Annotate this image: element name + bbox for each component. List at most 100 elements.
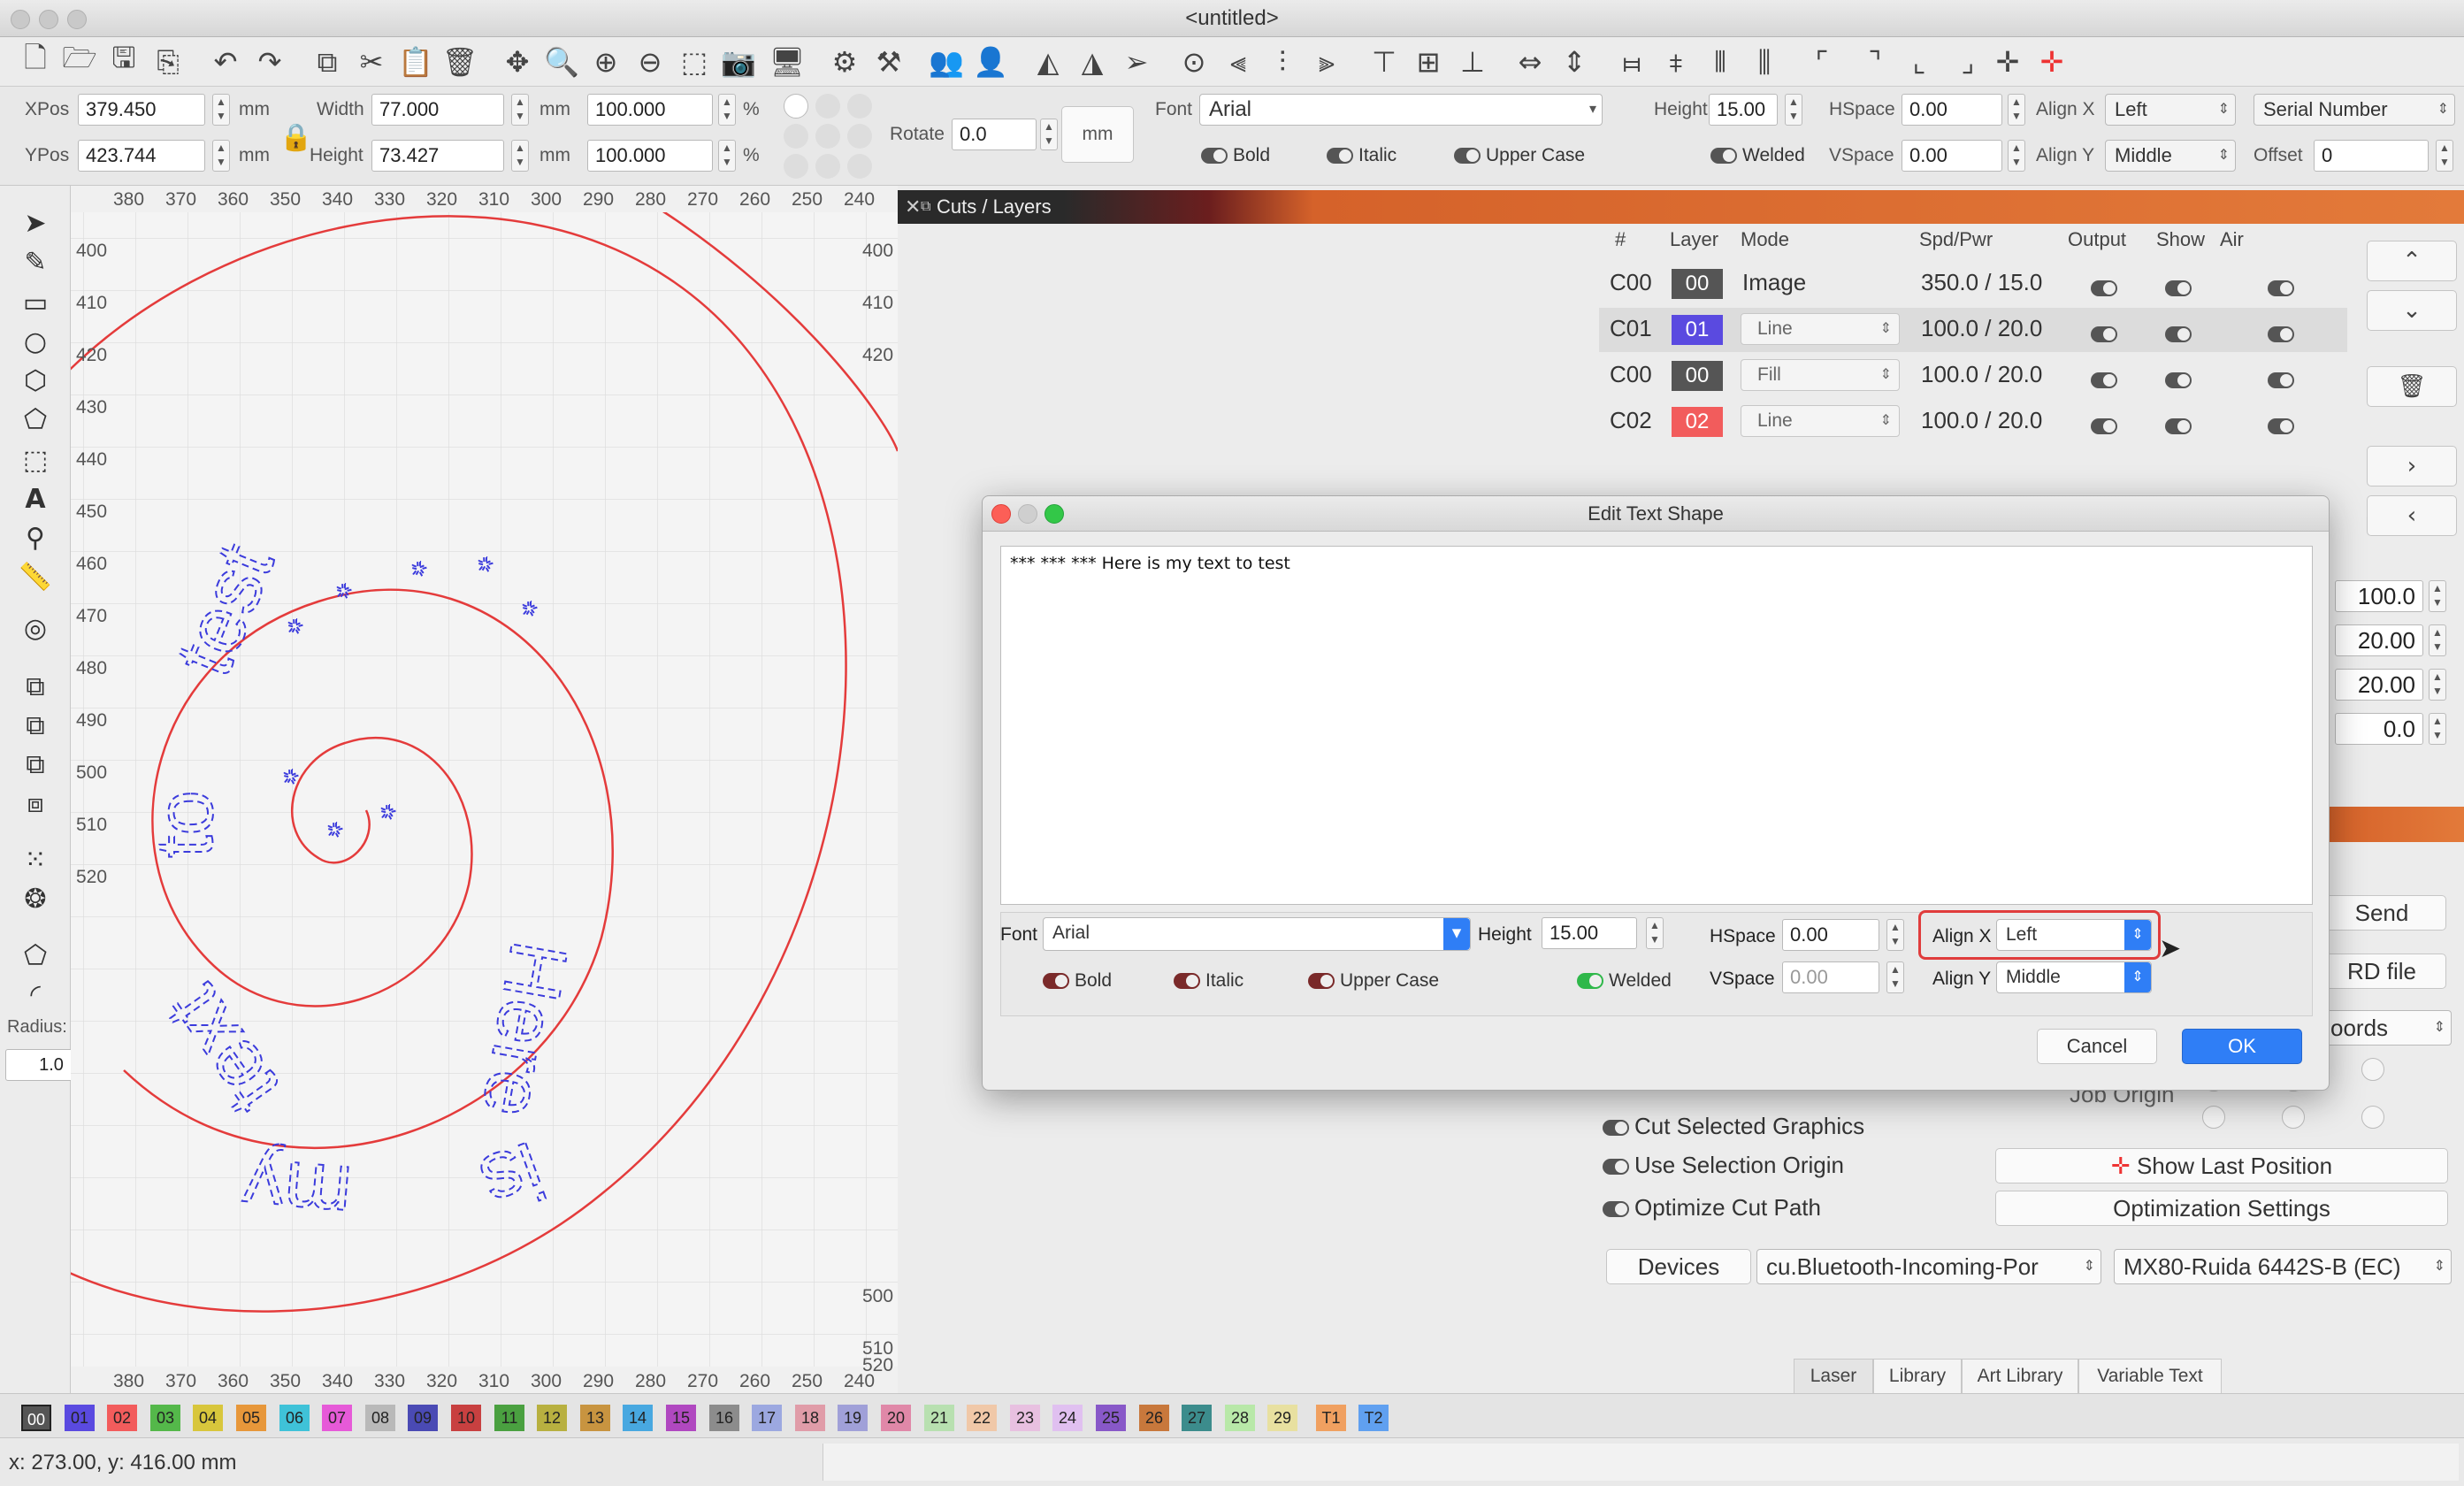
xpos-stepper[interactable]: ▲ ▼ [212,94,230,126]
palette-swatch-06[interactable]: 06 [279,1405,310,1431]
show-toggle[interactable] [2165,368,2197,391]
hspace-field[interactable]: 0.00 [1902,94,2002,126]
output-toggle[interactable] [2091,414,2123,437]
boolean-intersect-icon[interactable]: ⧉ [18,747,53,782]
new-file-icon[interactable]: 🗋 [18,41,53,80]
camera-icon[interactable]: 📷 [721,44,756,80]
air-toggle[interactable] [2268,368,2299,391]
space-h-icon[interactable]: ⦀ [1703,44,1738,80]
port-select[interactable]: cu.Bluetooth-Incoming-Por ⇕ [1756,1249,2101,1284]
rectangle-tool-icon[interactable]: ▭ [18,285,53,320]
alignx-select[interactable]: Left ⇕ [2105,94,2236,126]
mirror-icon[interactable]: ◮ [1075,44,1110,80]
palette-swatch-10[interactable]: 10 [451,1405,481,1431]
copy-icon[interactable]: ⧉ [310,44,345,80]
tab-laser[interactable]: Laser [1794,1359,1873,1394]
rd-file-button[interactable]: RD file [2317,954,2446,989]
group-icon[interactable]: 👥 [929,44,964,80]
layer-color-badge[interactable]: 00 [1672,361,1723,391]
welded-toggle[interactable]: Welded [1710,145,1805,166]
cancel-button[interactable]: Cancel [2037,1029,2157,1064]
close-panel-icon[interactable]: ✕ [905,190,921,224]
weld-icon[interactable]: ⧈ [18,785,53,821]
palette-swatch-23[interactable]: 23 [1010,1405,1040,1431]
save-file-icon[interactable]: 🖫 [106,41,142,80]
dialog-hspace-stepper[interactable]: ▲ ▼ [1886,919,1904,951]
palette-swatch-12[interactable]: 12 [537,1405,567,1431]
same-height-icon[interactable]: ⇕ [1557,44,1592,80]
palette-swatch-00[interactable]: 00 [21,1405,51,1431]
mode-select[interactable]: Line ⇕ [1741,405,1900,437]
distribute-h-icon[interactable]: ⧦ [1614,44,1649,80]
mode-select[interactable]: Fill ⇕ [1741,359,1900,391]
show-last-position-button[interactable]: ✛ Show Last Position [1995,1148,2448,1183]
palette-swatch-29[interactable]: 29 [1267,1405,1297,1431]
air-toggle[interactable] [2268,322,2299,345]
speed-field[interactable]: 100.0 [2335,580,2423,612]
dialog-height-stepper[interactable]: ▲ ▼ [1646,917,1664,949]
cut-icon[interactable]: ✂ [354,44,389,80]
cut-layer-row[interactable]: C02 02 Line ⇕ 100.0 / 20.0 [1599,400,2347,444]
dialog-italic-toggle[interactable]: Italic [1174,970,1243,992]
redo-icon[interactable]: ↷ [252,44,287,80]
palette-swatch-16[interactable]: 16 [709,1405,739,1431]
anchor-point[interactable] [784,124,808,149]
tab-art-library[interactable]: Art Library [1962,1359,2078,1394]
palette-swatch-22[interactable]: 22 [967,1405,997,1431]
prev-button[interactable]: ‹ [2367,495,2457,536]
offset-stepper[interactable]: ▲ ▼ [2436,140,2453,172]
delete-layer-button[interactable]: 🗑 [2367,366,2457,407]
palette-swatch-17[interactable]: 17 [752,1405,782,1431]
origin-radio[interactable] [2361,1058,2384,1081]
xpos-field[interactable]: 379.450 [78,94,205,126]
array-grid-icon[interactable]: ⁙ [18,842,53,877]
palette-swatch-11[interactable]: 11 [494,1405,524,1431]
offset-icon[interactable]: ◎ [18,610,53,646]
anchor-point[interactable] [847,94,872,119]
dialog-vspace-stepper[interactable]: ▲ ▼ [1886,961,1904,993]
target-icon[interactable]: ⊙ [1176,44,1212,80]
power-min-field[interactable]: 20.00 [2335,669,2423,701]
anchor-point[interactable] [815,124,840,149]
align-left-icon[interactable]: ⫷ [1221,44,1256,80]
position-pin-icon[interactable]: ⚲ [18,520,53,555]
palette-swatch-28[interactable]: 28 [1225,1405,1255,1431]
align-middle-icon[interactable]: ⊞ [1411,44,1446,80]
distribute-v-icon[interactable]: ⧧ [1658,44,1694,80]
rotate-field[interactable]: 0.0 [952,119,1037,150]
palette-swatch-07[interactable]: 07 [322,1405,352,1431]
coords-select[interactable]: oords ⇕ [2319,1010,2452,1046]
pan-icon[interactable]: ✥ [500,44,535,80]
flip-horizontal-icon[interactable]: ◭ [1030,44,1066,80]
space-v-icon[interactable]: ⫼ [1747,44,1782,80]
palette-swatch-19[interactable]: 19 [838,1405,868,1431]
palette-swatch-20[interactable]: 20 [881,1405,911,1431]
boolean-subtract-icon[interactable]: ⧉ [18,708,53,743]
show-toggle[interactable] [2165,276,2197,299]
measure-icon[interactable]: 📏 [18,559,53,594]
palette-swatch-24[interactable]: 24 [1052,1405,1083,1431]
layer-color-badge[interactable]: 02 [1672,407,1723,437]
palette-swatch-27[interactable]: 27 [1182,1405,1212,1431]
palette-swatch-09[interactable]: 09 [408,1405,438,1431]
palette-swatch-18[interactable]: 18 [795,1405,825,1431]
cut-layer-row[interactable]: C01 01 Line ⇕ 100.0 / 20.0 [1599,308,2347,352]
float-panel-icon[interactable]: ⧉ [921,190,930,224]
width-stepper[interactable]: ▲ ▼ [511,94,529,126]
upper-case-toggle[interactable]: Upper Case [1454,145,1585,166]
pentagon-tool-icon[interactable]: ⬠ [18,402,53,437]
dialog-minimize-icon[interactable] [1018,504,1037,524]
power-min-stepper[interactable]: ▲ ▼ [2429,669,2446,701]
layer-color-badge[interactable]: 01 [1672,315,1723,345]
palette-swatch-03[interactable]: 03 [150,1405,180,1431]
pencil-icon[interactable]: ✎ [18,244,53,280]
italic-toggle[interactable]: Italic [1327,145,1397,166]
select-arrow-icon[interactable]: ➤ [18,205,53,241]
tab-variable-text[interactable]: Variable Text [2078,1359,2222,1394]
output-toggle[interactable] [2091,368,2123,391]
dialog-zoom-icon[interactable] [1045,504,1064,524]
ypos-field[interactable]: 423.744 [78,140,205,172]
corner-tl-icon[interactable]: ⌜ [1804,44,1840,80]
ellipse-tool-icon[interactable]: ○ [18,324,53,359]
lock-ratio-icon[interactable]: 🔒 [279,122,312,153]
